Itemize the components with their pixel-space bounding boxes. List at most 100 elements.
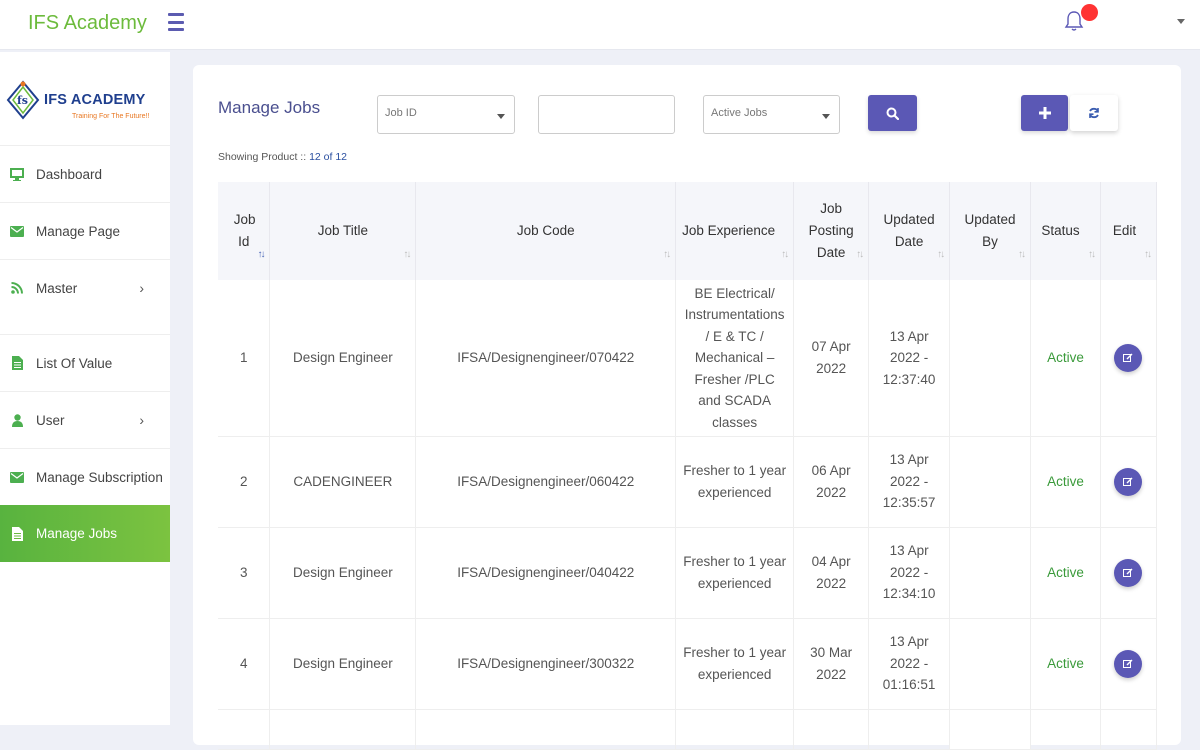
job-experience-cell: Fresher to 1 year experienced <box>675 618 795 710</box>
job-experience-cell: Fresher to 1 year experienced <box>675 527 795 619</box>
search-button[interactable] <box>868 95 917 131</box>
top-bar: IFS Academy <box>0 0 1200 50</box>
user-icon <box>10 413 24 427</box>
job-id-cell: 1 <box>218 280 271 437</box>
jobs-table: Job Id ↑↓ Job Title ↑↓ Job Code ↑↓ Job Expe… <box>218 182 1158 750</box>
updated-by-cell <box>949 280 1032 437</box>
table-row: 4 Design Engineer IFSA/Designengineer/30… <box>218 618 1158 710</box>
sidebar-item-list-of-value[interactable]: List Of Value <box>0 334 170 391</box>
sidebar-item-label: Dashboard <box>36 166 103 182</box>
sidebar-item-manage-jobs[interactable]: Manage Jobs <box>0 505 170 562</box>
logo-tagline: Training For The Future!! <box>72 113 150 120</box>
chevron-right-icon: › <box>139 280 144 296</box>
column-header-job-title[interactable]: Job Title ↑↓ <box>269 182 417 280</box>
column-header-edit[interactable]: Edit ↑↓ <box>1100 182 1158 280</box>
sidebar-item-dashboard[interactable]: Dashboard <box>0 145 170 202</box>
column-header-status[interactable]: Status ↑↓ <box>1030 182 1101 280</box>
updated-by-cell <box>949 618 1032 710</box>
edit-icon <box>1123 477 1133 486</box>
sidebar-item-label: Manage Jobs <box>36 526 118 541</box>
file-icon <box>10 356 24 370</box>
user-menu-caret-icon[interactable] <box>1177 19 1185 24</box>
app-title[interactable]: IFS Academy <box>28 12 147 35</box>
job-posting-date-cell: 07 Apr 2022 <box>793 280 870 437</box>
plus-icon <box>1038 107 1051 119</box>
status-select-value: Active Jobs <box>711 107 768 119</box>
sidebar-item-label: Master <box>36 280 78 296</box>
rss-icon <box>10 281 24 295</box>
column-header-label: Job Experience <box>682 223 776 238</box>
menu-toggle-icon[interactable] <box>168 13 184 31</box>
sort-icon: ↑↓ <box>856 249 864 260</box>
sort-icon: ↑↓ <box>1087 249 1096 260</box>
job-posting-date-cell: 30 Mar 2022 <box>793 618 870 710</box>
column-header-job-posting-date[interactable]: Job Posting Date ↑↓ <box>793 182 870 280</box>
notification-badge <box>1081 4 1098 21</box>
status-cell: Active <box>1030 527 1101 619</box>
job-title-cell: Design Engineer <box>269 280 417 437</box>
job-posting-date-cell: 04 Apr 2022 <box>793 527 870 619</box>
column-header-job-code[interactable]: Job Code ↑↓ <box>415 182 677 280</box>
edit-button[interactable] <box>1114 467 1143 496</box>
status-cell: Active <box>1030 618 1101 710</box>
logo-emblem-icon: fs <box>6 80 40 120</box>
job-code-cell: IFSA/Designengineer/060422 <box>415 436 677 528</box>
showing-label-text: Showing Product :: <box>218 151 310 163</box>
column-header-label: Status <box>1041 223 1080 238</box>
updated-by-cell <box>949 436 1032 528</box>
chevron-down-icon <box>822 114 830 119</box>
edit-cell <box>1100 618 1158 710</box>
job-id-select[interactable]: Job ID <box>377 95 515 134</box>
sidebar: fs IFS ACADEMY Training For The Future!!… <box>0 52 170 725</box>
add-job-button[interactable] <box>1021 95 1068 131</box>
status-select[interactable]: Active Jobs <box>703 95 840 134</box>
column-header-label: Job Title <box>317 223 369 238</box>
sort-icon: ↑↓ <box>937 249 945 260</box>
edit-button[interactable] <box>1114 649 1143 678</box>
column-header-label: Job Id <box>233 212 256 249</box>
job-code-cell: IFSA/Designengineer/040422 <box>415 527 677 619</box>
updated-date-cell: 13 Apr 2022 - 12:34:10 <box>868 527 951 619</box>
column-header-label: Edit <box>1112 223 1137 238</box>
sort-icon: ↑↓ <box>1018 249 1026 260</box>
job-title-cell: CADENGINEER <box>269 436 417 528</box>
envelope-icon <box>10 470 24 484</box>
table-header-row: Job Id ↑↓ Job Title ↑↓ Job Code ↑↓ Job Expe… <box>218 182 1158 280</box>
sort-icon: ↑↓ <box>257 249 265 260</box>
column-header-updated-date[interactable]: Updated Date ↑↓ <box>868 182 951 280</box>
logo: fs IFS ACADEMY Training For The Future!! <box>6 72 166 132</box>
edit-cell <box>1100 527 1158 619</box>
sidebar-item-manage-page[interactable]: Manage Page <box>0 202 170 259</box>
column-header-job-experience[interactable]: Job Experience ↑↓ <box>675 182 795 280</box>
job-title-cell: Design Engineer <box>269 618 417 710</box>
edit-cell <box>1100 436 1158 528</box>
sidebar-item-manage-subscription[interactable]: Manage Subscription <box>0 448 170 505</box>
column-header-updated-by[interactable]: Updated By ↑↓ <box>949 182 1032 280</box>
job-code-cell: IFSA/Designengineer/070422 <box>415 280 677 437</box>
updated-date-cell: 13 Apr 2022 - 12:37:40 <box>868 280 951 437</box>
sort-icon: ↑↓ <box>403 249 411 260</box>
chevron-right-icon: › <box>139 412 144 428</box>
edit-icon <box>1123 568 1133 577</box>
page-title: Manage Jobs <box>218 98 321 117</box>
search-icon <box>886 107 899 120</box>
edit-button[interactable] <box>1114 343 1143 372</box>
showing-count-label: Showing Product :: 12 of 12 <box>218 151 347 163</box>
refresh-icon <box>1089 107 1099 119</box>
job-id-cell: 3 <box>218 527 271 619</box>
column-header-job-id[interactable]: Job Id ↑↓ <box>218 182 271 280</box>
logo-text: IFS ACADEMY <box>44 92 146 108</box>
column-header-label: Job Posting Date <box>808 201 854 260</box>
table-row: 3 Design Engineer IFSA/Designengineer/04… <box>218 527 1158 619</box>
envelope-icon <box>10 224 24 238</box>
job-experience-cell: BE Electrical/ Instrumentations / E & TC… <box>675 280 795 437</box>
file-icon <box>10 526 24 541</box>
sort-icon: ↑↓ <box>663 249 671 260</box>
refresh-button[interactable] <box>1070 95 1118 131</box>
search-input[interactable] <box>538 95 675 134</box>
edit-button[interactable] <box>1114 558 1143 587</box>
sidebar-item-master[interactable]: Master › <box>0 259 170 316</box>
sidebar-item-user[interactable]: User › <box>0 391 170 448</box>
table-row: 2 CADENGINEER IFSA/Designengineer/060422… <box>218 436 1158 528</box>
edit-icon <box>1123 353 1133 362</box>
